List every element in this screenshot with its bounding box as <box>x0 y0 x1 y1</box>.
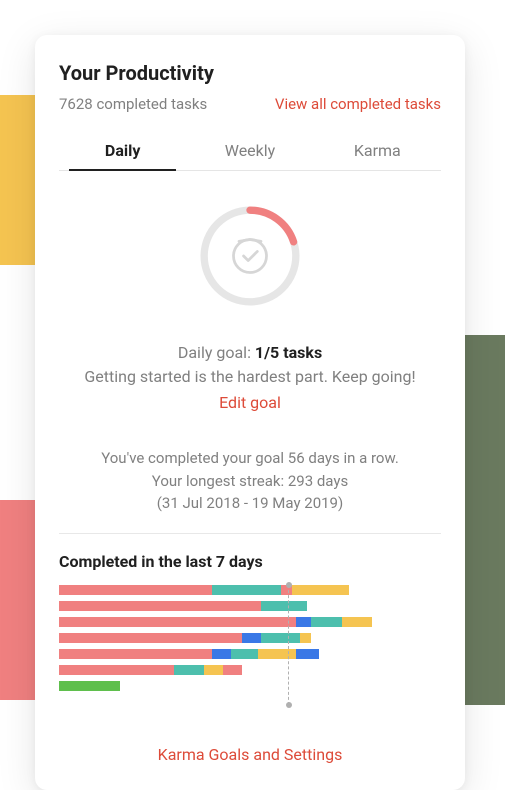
chart-segment <box>223 665 242 675</box>
chart-segment <box>204 665 223 675</box>
chart-row <box>59 633 441 643</box>
chart-segment <box>296 617 311 627</box>
view-all-link[interactable]: View all completed tasks <box>275 95 441 113</box>
goal-label: Daily goal: <box>178 343 255 362</box>
chart-segment <box>59 601 261 611</box>
chart-segment <box>59 649 212 659</box>
goal-value: 1/5 tasks <box>255 343 322 362</box>
chart-segment <box>231 649 258 659</box>
goal-motivation: Getting started is the hardest part. Kee… <box>59 365 441 389</box>
chart-goal-dot-top <box>286 582 292 588</box>
chart-row <box>59 601 441 611</box>
medal-ring-icon <box>195 201 305 311</box>
tab-karma[interactable]: Karma <box>314 133 441 170</box>
chart-segment <box>261 601 307 611</box>
chart-goal-line <box>288 585 289 705</box>
completed-count: 7628 completed tasks <box>59 95 207 113</box>
chart-segment <box>300 633 311 643</box>
chart-segment <box>258 649 296 659</box>
tab-daily[interactable]: Daily <box>59 133 186 170</box>
chart-row <box>59 665 441 675</box>
completed-7day-chart <box>59 585 441 705</box>
chart-segment <box>261 633 299 643</box>
chart-segment <box>59 665 174 675</box>
tabs: Daily Weekly Karma <box>59 133 441 171</box>
chart-goal-dot-bottom <box>286 702 292 708</box>
divider <box>59 533 441 534</box>
streak-line3: (31 Jul 2018 - 19 May 2019) <box>59 492 441 515</box>
tab-weekly[interactable]: Weekly <box>186 133 313 170</box>
chart-segment <box>292 585 349 595</box>
chart-segment <box>342 617 373 627</box>
karma-settings-link[interactable]: Karma Goals and Settings <box>59 745 441 764</box>
streak-line1: You've completed your goal 56 days in a … <box>59 447 441 470</box>
chart-row <box>59 681 441 691</box>
chart-segment <box>242 633 261 643</box>
chart-segment <box>59 633 242 643</box>
chart-row <box>59 585 441 595</box>
chart-segment <box>311 617 342 627</box>
edit-goal-link[interactable]: Edit goal <box>219 391 281 415</box>
chart-segment <box>212 649 231 659</box>
chart-segment <box>59 681 120 691</box>
chart-row <box>59 617 441 627</box>
page-title: Your Productivity <box>59 61 441 85</box>
chart-segment <box>59 585 212 595</box>
chart-segment <box>59 617 296 627</box>
streak-line2: Your longest streak: 293 days <box>59 470 441 493</box>
streak-info: You've completed your goal 56 days in a … <box>59 447 441 515</box>
goal-progress-ring <box>59 201 441 311</box>
background-accent-yellow <box>0 95 40 265</box>
chart-row <box>59 649 441 659</box>
chart-title: Completed in the last 7 days <box>59 552 441 571</box>
chart-segment <box>212 585 281 595</box>
productivity-card: Your Productivity 7628 completed tasks V… <box>35 35 465 790</box>
chart-segment <box>296 649 319 659</box>
subheader: 7628 completed tasks View all completed … <box>59 95 441 113</box>
goal-text: Daily goal: 1/5 tasks Getting started is… <box>59 341 441 415</box>
chart-segment <box>174 665 205 675</box>
